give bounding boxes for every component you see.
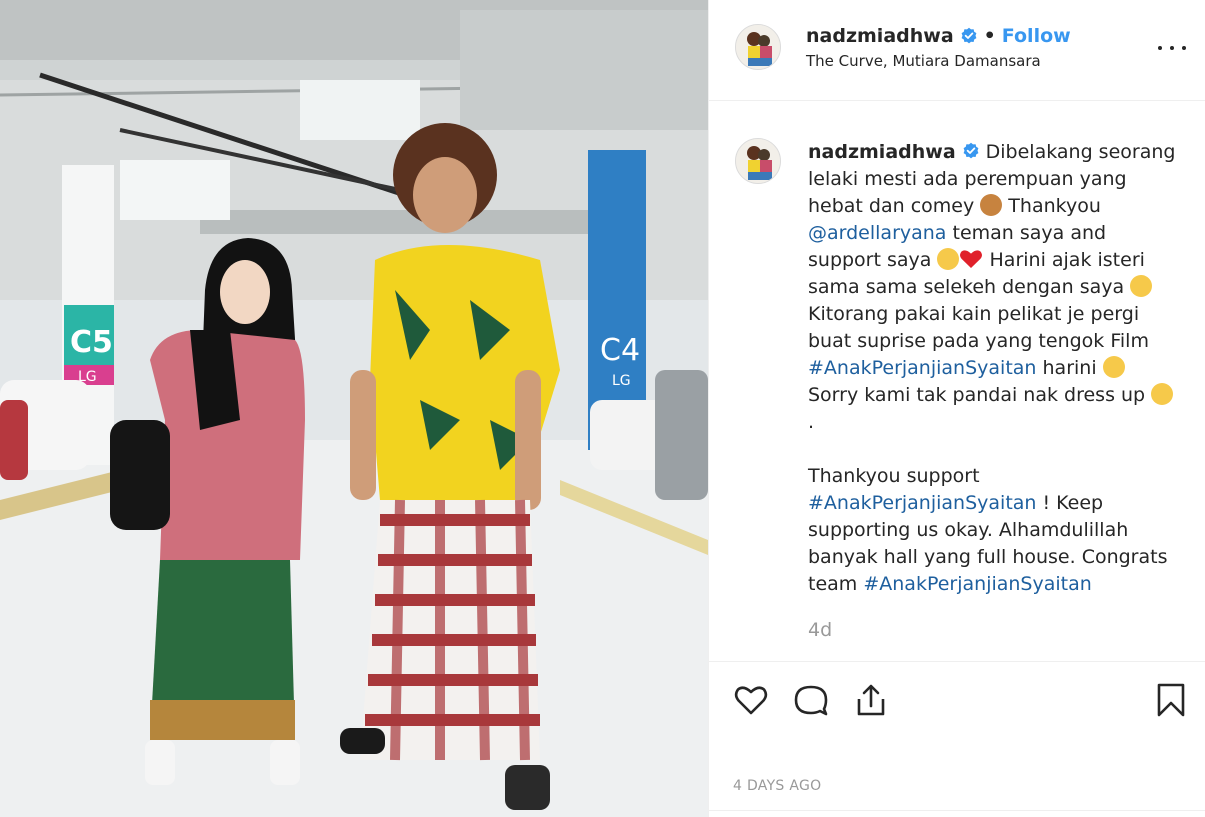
follow-button[interactable]: Follow xyxy=(1002,25,1071,47)
post-photo[interactable]: C5 LG C4 LG xyxy=(0,0,708,817)
pillar-right-label: C4 xyxy=(600,333,640,368)
avatar[interactable] xyxy=(735,24,781,70)
action-bar: 4 DAYS AGO xyxy=(709,661,1205,811)
rolling-laughing-emoji-icon-2 xyxy=(1151,383,1174,405)
hashtag-link-3[interactable]: #AnakPerjanjianSyaitan xyxy=(863,573,1091,595)
rolling-laughing-emoji-icon xyxy=(1130,275,1153,297)
divider xyxy=(709,810,1205,811)
caption-block: nadzmiadhwa Dibelakang seorang lelaki mes… xyxy=(709,101,1205,661)
caption-part-2: Thankyou xyxy=(1002,195,1107,217)
post-image: C5 LG C4 LG xyxy=(0,0,708,817)
caption-part-8: . Thankyou support xyxy=(808,411,980,487)
separator-dot: • xyxy=(983,25,996,47)
caption-verified-badge-icon xyxy=(963,142,979,159)
pillar-left-label: C5 xyxy=(70,325,113,360)
comment-icon[interactable] xyxy=(793,682,829,718)
more-options-icon[interactable] xyxy=(1158,38,1186,58)
mention-link[interactable]: @ardellaryana xyxy=(808,222,946,244)
post-date[interactable]: 4 DAYS AGO xyxy=(733,778,821,794)
red-heart-emoji-icon xyxy=(960,250,983,268)
caption-age[interactable]: 4d xyxy=(808,619,832,641)
hashtag-link-1[interactable]: #AnakPerjanjianSyaitan xyxy=(808,357,1036,379)
post-sidebar: nadzmiadhwa • Follow The Curve, Mutiara … xyxy=(708,0,1205,817)
post-header: nadzmiadhwa • Follow The Curve, Mutiara … xyxy=(709,0,1205,101)
caption-text: nadzmiadhwa Dibelakang seorang lelaki mes… xyxy=(808,139,1180,598)
share-icon[interactable] xyxy=(853,682,889,718)
post-header-username-row: nadzmiadhwa • Follow xyxy=(806,25,1071,47)
caption-username[interactable]: nadzmiadhwa xyxy=(808,141,956,163)
username-link[interactable]: nadzmiadhwa xyxy=(806,25,954,47)
heart-icon[interactable] xyxy=(733,682,769,718)
hugging-face-emoji-icon xyxy=(1102,356,1125,378)
hashtag-link-2[interactable]: #AnakPerjanjianSyaitan xyxy=(808,492,1036,514)
caption-part-6: harini xyxy=(1036,357,1103,379)
verified-badge-icon xyxy=(961,27,977,44)
pillar-right-sub: LG xyxy=(612,373,631,389)
caption-avatar[interactable] xyxy=(735,138,781,184)
face-blowing-kiss-emoji-icon xyxy=(937,248,960,270)
location-link[interactable]: The Curve, Mutiara Damansara xyxy=(806,52,1041,70)
see-no-evil-monkey-emoji-icon xyxy=(980,194,1003,216)
bookmark-icon[interactable] xyxy=(1153,682,1189,718)
